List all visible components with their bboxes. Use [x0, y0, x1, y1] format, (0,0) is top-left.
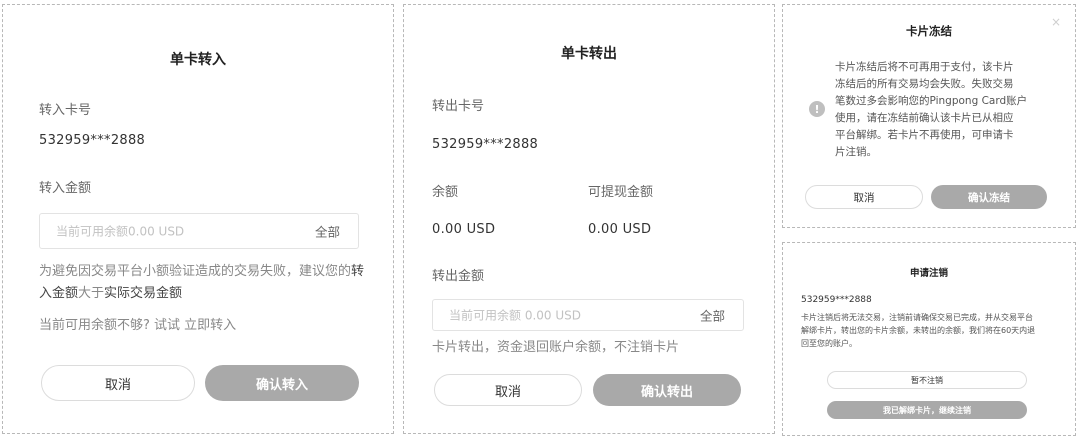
card-number-label: 转出卡号: [432, 99, 485, 114]
apply-cancel-dialog: 申请注销 532959***2888 卡片注销后将无法交易，注销前请确保交易已完…: [782, 242, 1076, 436]
all-button[interactable]: 全部: [315, 222, 340, 241]
balance-label: 余额: [432, 185, 459, 200]
transfer-out-tip: 卡片转出，资金退回账户余额，不注销卡片: [432, 340, 680, 355]
page-title: 单卡转入: [170, 52, 226, 68]
confirm-transfer-in-button[interactable]: 确认转入: [205, 365, 359, 401]
card-number-value: 532959***2888: [801, 295, 872, 305]
cancel-button[interactable]: 取消: [434, 374, 582, 406]
withdrawable-value: 0.00 USD: [588, 222, 652, 237]
freeze-description: 卡片冻结后将不可再用于支付，该卡片 冻结后的所有交易均会失败。失败交易 笔数过多…: [835, 61, 1028, 158]
amount-input[interactable]: 当前可用余额0.00 USD 全部: [39, 213, 359, 249]
amount-input[interactable]: 当前可用余额 0.00 USD 全部: [432, 299, 744, 331]
amount-tip: 为避免因交易平台小额验证造成的交易失败，建议您的转入金额大于实际交易金额: [39, 264, 365, 301]
withdrawable-label: 可提现金额: [588, 185, 654, 200]
card-number-label: 转入卡号: [39, 103, 92, 118]
amount-label: 转出金额: [432, 269, 485, 284]
transfer-out-dialog: 单卡转出 转出卡号 532959***2888 余额 可提现金额 0.00 US…: [403, 4, 775, 434]
balance-value: 0.00 USD: [432, 222, 496, 237]
card-freeze-dialog: 卡片冻结 × ! 卡片冻结后将不可再用于支付，该卡片 冻结后的所有交易均会失败。…: [782, 4, 1076, 228]
cancel-description: 卡片注销后将无法交易，注销前请确保交易已完成，并从交易平台 解绑卡片，转出您的卡…: [801, 313, 1036, 348]
amount-label: 转入金额: [39, 181, 92, 196]
cancel-button[interactable]: 取消: [41, 365, 195, 401]
warning-icon: !: [809, 101, 825, 117]
cancel-button[interactable]: 取消: [805, 185, 923, 209]
confirm-transfer-out-button[interactable]: 确认转出: [593, 374, 741, 406]
all-button[interactable]: 全部: [700, 306, 725, 325]
card-number-value: 532959***2888: [39, 133, 146, 148]
not-cancel-button[interactable]: 暂不注销: [827, 371, 1027, 389]
card-number-value: 532959***2888: [432, 137, 539, 152]
confirm-cancel-button[interactable]: 我已解绑卡片，继续注销: [827, 401, 1027, 419]
close-icon[interactable]: ×: [1051, 15, 1061, 29]
insufficient-balance-tip: 当前可用余额不够? 试试 立即转入: [39, 318, 237, 333]
transfer-now-link[interactable]: 立即转入: [184, 318, 236, 333]
amount-placeholder: 当前可用余额 0.00 USD: [449, 308, 581, 323]
freeze-title: 卡片冻结: [906, 24, 952, 38]
confirm-freeze-button[interactable]: 确认冻结: [931, 185, 1047, 209]
cancel-title: 申请注销: [909, 268, 948, 279]
amount-placeholder: 当前可用余额0.00 USD: [56, 224, 185, 239]
page-title: 单卡转出: [561, 46, 617, 62]
transfer-in-dialog: 单卡转入 转入卡号 532959***2888 转入金额 当前可用余额0.00 …: [2, 4, 394, 434]
